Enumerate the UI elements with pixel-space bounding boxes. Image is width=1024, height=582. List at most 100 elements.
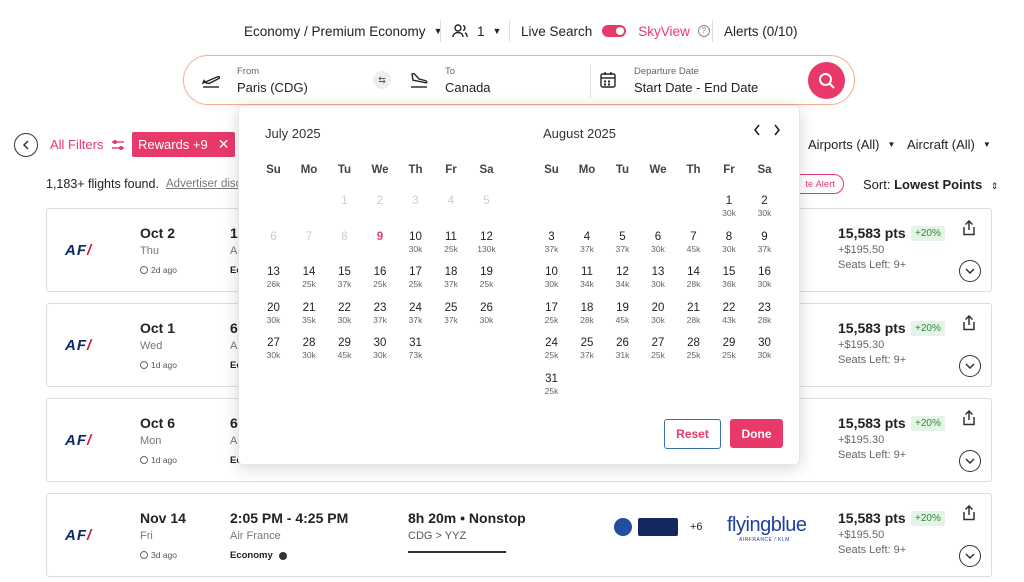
calendar-day[interactable]: 22 43k	[712, 301, 747, 326]
calendar-day[interactable]: 7 45k	[676, 230, 711, 255]
to-field[interactable]: To Canada	[445, 56, 585, 104]
calendar-day[interactable]: 29 25k	[712, 336, 747, 361]
calendar-day[interactable]: 29 45k	[327, 336, 362, 361]
day-number: 18	[580, 301, 594, 314]
calendar-day[interactable]: 13 26k	[256, 265, 291, 290]
aircraft-dropdown[interactable]: Aircraft (All) ▼	[907, 137, 991, 152]
calendar-day[interactable]: 31 25k	[534, 372, 569, 397]
expand-button[interactable]	[959, 260, 981, 282]
calendar-day[interactable]: 23 37k	[363, 301, 398, 326]
advertiser-disclosure-link[interactable]: Advertiser disc	[166, 178, 241, 190]
calendar-day: 2	[363, 194, 398, 208]
calendar-day[interactable]: 17 25k	[398, 265, 433, 290]
calendar-day[interactable]: 31 73k	[398, 336, 433, 361]
route-line	[408, 551, 506, 553]
calendar-day[interactable]: 5 37k	[605, 230, 640, 255]
calendar-day[interactable]: 25 37k	[434, 301, 469, 326]
calendar-day[interactable]: 22 30k	[327, 301, 362, 326]
calendar-day[interactable]: 12 34k	[605, 265, 640, 290]
share-icon[interactable]	[961, 410, 977, 426]
calendar-day[interactable]: 1 30k	[712, 194, 747, 219]
calendar-day[interactable]: 15 37k	[327, 265, 362, 290]
help-icon[interactable]: ?	[697, 25, 710, 37]
swap-icon[interactable]: ⇆	[373, 71, 391, 89]
calendar-day[interactable]: 19 25k	[469, 265, 504, 290]
calendar-day[interactable]: 6 30k	[641, 230, 676, 255]
calendar-day[interactable]: 10 30k	[398, 230, 433, 255]
day-number: 27	[267, 337, 280, 349]
calendar-day[interactable]: 10 30k	[534, 265, 569, 290]
from-field[interactable]: From Paris (CDG)	[237, 56, 367, 104]
day-number: 3	[412, 195, 419, 207]
calendar-day[interactable]: 26 31k	[605, 336, 640, 361]
calendar-day[interactable]: 11 25k	[434, 230, 469, 255]
day-price: 35k	[302, 314, 316, 325]
share-icon[interactable]	[961, 315, 977, 331]
alerts-link[interactable]: Alerts (0/10)	[724, 18, 798, 44]
search-button[interactable]	[808, 62, 845, 99]
calendar-day[interactable]: 26 30k	[469, 301, 504, 326]
day-number: 28	[302, 337, 316, 349]
calendar-day[interactable]: 30 30k	[747, 336, 782, 361]
calendar-day[interactable]: 23 28k	[747, 301, 782, 326]
calendar-day[interactable]: 28 25k	[676, 336, 711, 361]
all-filters-button[interactable]: All Filters	[50, 137, 125, 152]
credit-card-partners[interactable]: +6	[614, 518, 703, 536]
day-price: 25k	[302, 279, 316, 289]
calendar-day[interactable]: 8 30k	[712, 230, 747, 255]
departure-date-field[interactable]: Departure Date Start Date - End Date	[634, 56, 804, 104]
calendar-day[interactable]: 30 30k	[363, 336, 398, 361]
sort-dropdown[interactable]: Sort: Lowest Points ⇕	[863, 177, 998, 192]
calendar-day[interactable]: 25 37k	[570, 336, 605, 361]
close-icon[interactable]: ✕	[218, 136, 230, 153]
passenger-dropdown[interactable]: 1 ▼	[452, 18, 501, 44]
calendar-day[interactable]: 16 25k	[363, 265, 398, 290]
calendar-day[interactable]: 17 25k	[534, 301, 569, 326]
day-price: 30k	[757, 208, 772, 218]
weekday-header: Tu	[337, 164, 352, 176]
day-price: 37k	[615, 243, 630, 254]
points-price: 15,583 pts	[838, 225, 906, 241]
calendar-day[interactable]: 27 25k	[641, 336, 676, 361]
back-button[interactable]	[14, 133, 38, 157]
calendar-day[interactable]: 18 37k	[434, 265, 469, 290]
calendar-day[interactable]: 12 130k	[469, 230, 504, 255]
calendar-day[interactable]: 2 30k	[747, 194, 782, 219]
calendar-day[interactable]: 16 30k	[747, 265, 782, 290]
calendar-day[interactable]: 13 30k	[641, 265, 676, 290]
expand-button[interactable]	[959, 545, 981, 567]
skyview-toggle[interactable]	[602, 25, 627, 37]
calendar-day[interactable]: 24 25k	[534, 336, 569, 361]
expand-button[interactable]	[959, 355, 981, 377]
calendar-day[interactable]: 11 34k	[570, 265, 605, 290]
calendar-day[interactable]: 20 30k	[641, 301, 676, 326]
calendar-day[interactable]: 9	[363, 230, 398, 244]
done-button[interactable]: Done	[730, 419, 783, 448]
share-icon[interactable]	[961, 505, 977, 521]
airports-dropdown[interactable]: Airports (All) ▼	[808, 137, 895, 152]
weekday-header: Mo	[300, 164, 318, 176]
calendar-day[interactable]: 18 28k	[570, 301, 605, 326]
calendar-day[interactable]: 4 37k	[570, 230, 605, 255]
calendar-day[interactable]: 9 37k	[747, 230, 782, 255]
rewards-filter-chip[interactable]: Rewards +9 ✕	[132, 132, 236, 157]
reset-button[interactable]: Reset	[664, 419, 721, 449]
chevron-left-icon[interactable]	[753, 124, 761, 136]
chevron-right-icon[interactable]	[773, 124, 781, 136]
flight-card[interactable]: AF/Nov 14 Fri 3d ago 2:05 PM - 4:25 PM Air F…	[46, 493, 992, 577]
calendar-day[interactable]: 19 45k	[605, 301, 640, 326]
cabin-class-dropdown[interactable]: Economy / Premium Economy ▼	[244, 18, 442, 44]
calendar-day[interactable]: 3 37k	[534, 230, 569, 255]
share-icon[interactable]	[961, 220, 977, 236]
calendar-day[interactable]: 28 30k	[292, 336, 327, 361]
calendar-day[interactable]: 24 37k	[398, 301, 433, 326]
calendar-day[interactable]: 21 28k	[676, 301, 711, 326]
calendar-day[interactable]: 15 36k	[712, 265, 747, 290]
expand-button[interactable]	[959, 450, 981, 472]
calendar-day[interactable]: 21 35k	[292, 301, 327, 326]
calendar-day[interactable]: 20 30k	[256, 301, 291, 326]
top-bar: Economy / Premium Economy ▼ 1 ▼ Live Sea…	[0, 18, 1024, 44]
calendar-day[interactable]: 14 25k	[292, 265, 327, 290]
calendar-day[interactable]: 14 28k	[676, 265, 711, 290]
calendar-day[interactable]: 27 30k	[256, 336, 291, 361]
